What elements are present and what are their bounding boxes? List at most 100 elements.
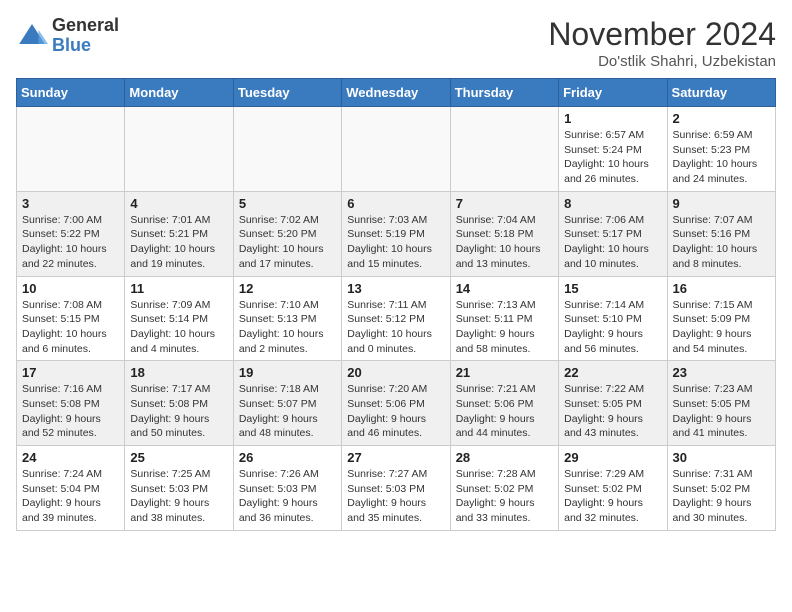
calendar-header-row: SundayMondayTuesdayWednesdayThursdayFrid… [17,79,776,107]
calendar-cell: 1 Sunrise: 6:57 AM Sunset: 5:24 PM Daylig… [559,107,667,192]
day-number: 6 [347,196,444,211]
day-info: Sunrise: 7:22 AM Sunset: 5:05 PM Dayligh… [564,382,661,441]
day-number: 15 [564,281,661,296]
day-info: Sunrise: 7:01 AM Sunset: 5:21 PM Dayligh… [130,213,227,272]
day-info: Sunrise: 7:02 AM Sunset: 5:20 PM Dayligh… [239,213,336,272]
day-info: Sunrise: 7:18 AM Sunset: 5:07 PM Dayligh… [239,382,336,441]
day-info: Sunrise: 7:24 AM Sunset: 5:04 PM Dayligh… [22,467,119,526]
calendar-cell: 19Sunrise: 7:18 AM Sunset: 5:07 PM Dayli… [233,361,341,446]
calendar-cell: 18 Sunrise: 7:17 AM Sunset: 5:08 PM Dayli… [125,361,233,446]
day-number: 23 [673,365,770,380]
day-number: 22 [564,365,661,380]
calendar-cell: 17 Sunrise: 7:16 AM Sunset: 5:08 PM Dayli… [17,361,125,446]
calendar-header-friday: Friday [559,79,667,107]
page-header: General Blue November 2024 Do'stlik Shah… [16,16,776,70]
day-info: Sunrise: 7:04 AM Sunset: 5:18 PM Dayligh… [456,213,553,272]
day-info: Sunrise: 7:00 AM Sunset: 5:22 PM Dayligh… [22,213,119,272]
calendar-cell: 12Sunrise: 7:10 AM Sunset: 5:13 PM Dayli… [233,276,341,361]
calendar-cell: 28Sunrise: 7:28 AM Sunset: 5:02 PM Dayli… [450,446,558,531]
calendar-week-row: 17 Sunrise: 7:16 AM Sunset: 5:08 PM Dayli… [17,361,776,446]
day-info: Sunrise: 7:07 AM Sunset: 5:16 PM Dayligh… [673,213,770,272]
day-info: Sunrise: 7:06 AM Sunset: 5:17 PM Dayligh… [564,213,661,272]
month-title: November 2024 [548,16,776,53]
calendar-cell: 21Sunrise: 7:21 AM Sunset: 5:06 PM Dayli… [450,361,558,446]
day-info: Sunrise: 7:27 AM Sunset: 5:03 PM Dayligh… [347,467,444,526]
calendar-cell: 7 Sunrise: 7:04 AM Sunset: 5:18 PM Daylig… [450,191,558,276]
calendar-cell: 29Sunrise: 7:29 AM Sunset: 5:02 PM Dayli… [559,446,667,531]
day-info: Sunrise: 7:03 AM Sunset: 5:19 PM Dayligh… [347,213,444,272]
day-number: 27 [347,450,444,465]
calendar-cell: 22 Sunrise: 7:22 AM Sunset: 5:05 PM Dayli… [559,361,667,446]
day-info: Sunrise: 7:29 AM Sunset: 5:02 PM Dayligh… [564,467,661,526]
calendar-cell [125,107,233,192]
day-number: 7 [456,196,553,211]
day-number: 9 [673,196,770,211]
day-number: 1 [564,111,661,126]
calendar-cell [450,107,558,192]
calendar-header-tuesday: Tuesday [233,79,341,107]
day-info: Sunrise: 7:11 AM Sunset: 5:12 PM Dayligh… [347,298,444,357]
day-number: 10 [22,281,119,296]
calendar-cell: 30Sunrise: 7:31 AM Sunset: 5:02 PM Dayli… [667,446,775,531]
day-info: Sunrise: 7:13 AM Sunset: 5:11 PM Dayligh… [456,298,553,357]
calendar-header-saturday: Saturday [667,79,775,107]
day-info: Sunrise: 7:14 AM Sunset: 5:10 PM Dayligh… [564,298,661,357]
day-info: Sunrise: 6:57 AM Sunset: 5:24 PM Dayligh… [564,128,661,187]
calendar-cell: 5 Sunrise: 7:02 AM Sunset: 5:20 PM Daylig… [233,191,341,276]
calendar-header-thursday: Thursday [450,79,558,107]
day-info: Sunrise: 6:59 AM Sunset: 5:23 PM Dayligh… [673,128,770,187]
calendar-cell: 13 Sunrise: 7:11 AM Sunset: 5:12 PM Dayli… [342,276,450,361]
calendar-week-row: 1 Sunrise: 6:57 AM Sunset: 5:24 PM Daylig… [17,107,776,192]
calendar-cell: 11 Sunrise: 7:09 AM Sunset: 5:14 PM Dayli… [125,276,233,361]
calendar-cell: 20 Sunrise: 7:20 AM Sunset: 5:06 PM Dayli… [342,361,450,446]
day-info: Sunrise: 7:09 AM Sunset: 5:14 PM Dayligh… [130,298,227,357]
logo-text: General Blue [52,16,119,56]
calendar-cell: 14 Sunrise: 7:13 AM Sunset: 5:11 PM Dayli… [450,276,558,361]
calendar-cell [17,107,125,192]
calendar-cell: 8 Sunrise: 7:06 AM Sunset: 5:17 PM Daylig… [559,191,667,276]
day-info: Sunrise: 7:26 AM Sunset: 5:03 PM Dayligh… [239,467,336,526]
day-info: Sunrise: 7:17 AM Sunset: 5:08 PM Dayligh… [130,382,227,441]
calendar-cell: 25Sunrise: 7:25 AM Sunset: 5:03 PM Dayli… [125,446,233,531]
calendar-header-sunday: Sunday [17,79,125,107]
logo-blue: Blue [52,36,119,56]
calendar-week-row: 24 Sunrise: 7:24 AM Sunset: 5:04 PM Dayli… [17,446,776,531]
calendar-cell: 9 Sunrise: 7:07 AM Sunset: 5:16 PM Daylig… [667,191,775,276]
day-info: Sunrise: 7:25 AM Sunset: 5:03 PM Dayligh… [130,467,227,526]
day-number: 20 [347,365,444,380]
calendar-table: SundayMondayTuesdayWednesdayThursdayFrid… [16,78,776,531]
day-number: 13 [347,281,444,296]
day-info: Sunrise: 7:08 AM Sunset: 5:15 PM Dayligh… [22,298,119,357]
calendar-cell: 26Sunrise: 7:26 AM Sunset: 5:03 PM Dayli… [233,446,341,531]
day-number: 24 [22,450,119,465]
calendar-cell [342,107,450,192]
day-number: 8 [564,196,661,211]
calendar-cell: 10 Sunrise: 7:08 AM Sunset: 5:15 PM Dayli… [17,276,125,361]
day-info: Sunrise: 7:10 AM Sunset: 5:13 PM Dayligh… [239,298,336,357]
calendar-cell: 16Sunrise: 7:15 AM Sunset: 5:09 PM Dayli… [667,276,775,361]
calendar-cell: 2 Sunrise: 6:59 AM Sunset: 5:23 PM Daylig… [667,107,775,192]
calendar-cell: 6 Sunrise: 7:03 AM Sunset: 5:19 PM Daylig… [342,191,450,276]
day-number: 4 [130,196,227,211]
day-number: 2 [673,111,770,126]
calendar-header-monday: Monday [125,79,233,107]
calendar-cell [233,107,341,192]
day-number: 14 [456,281,553,296]
calendar-week-row: 3 Sunrise: 7:00 AM Sunset: 5:22 PM Daylig… [17,191,776,276]
calendar-cell: 27 Sunrise: 7:27 AM Sunset: 5:03 PM Dayli… [342,446,450,531]
day-info: Sunrise: 7:15 AM Sunset: 5:09 PM Dayligh… [673,298,770,357]
calendar-header-wednesday: Wednesday [342,79,450,107]
day-number: 11 [130,281,227,296]
calendar-week-row: 10 Sunrise: 7:08 AM Sunset: 5:15 PM Dayli… [17,276,776,361]
day-info: Sunrise: 7:20 AM Sunset: 5:06 PM Dayligh… [347,382,444,441]
calendar-cell: 24 Sunrise: 7:24 AM Sunset: 5:04 PM Dayli… [17,446,125,531]
day-number: 17 [22,365,119,380]
day-number: 18 [130,365,227,380]
logo-general: General [52,16,119,36]
day-number: 3 [22,196,119,211]
calendar-cell: 3 Sunrise: 7:00 AM Sunset: 5:22 PM Daylig… [17,191,125,276]
day-number: 5 [239,196,336,211]
location: Do'stlik Shahri, Uzbekistan [548,53,776,70]
day-info: Sunrise: 7:28 AM Sunset: 5:02 PM Dayligh… [456,467,553,526]
day-info: Sunrise: 7:16 AM Sunset: 5:08 PM Dayligh… [22,382,119,441]
